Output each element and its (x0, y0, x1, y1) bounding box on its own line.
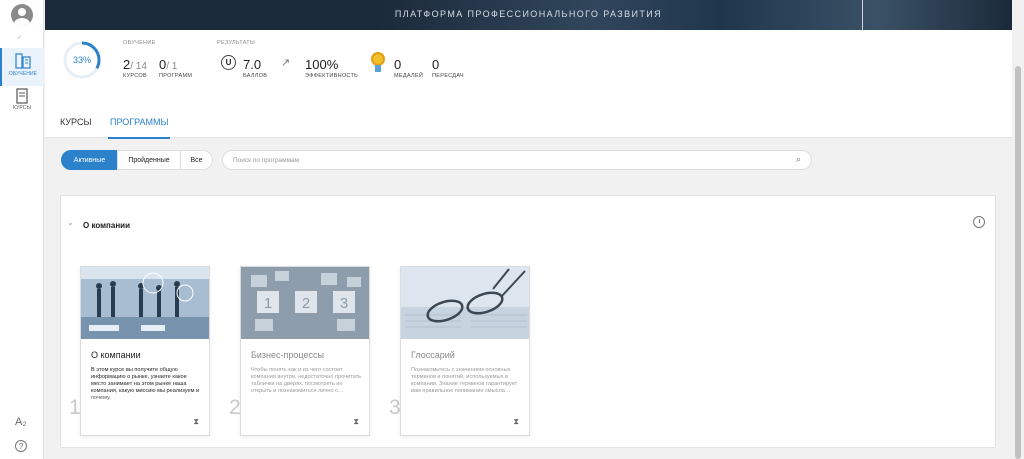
svg-text:2: 2 (302, 295, 310, 312)
card-fade (241, 393, 369, 411)
score-label: БАЛЛОВ (243, 73, 268, 79)
efficiency-icon: ↗ (281, 57, 291, 69)
retakes-label: ПЕРЕСДАЧ (432, 73, 464, 79)
search-input[interactable] (233, 154, 773, 167)
card-title: О компании (91, 350, 141, 360)
tab-bar: КУРСЫ ПРОГРАММЫ (45, 102, 1012, 139)
banner-title: ПЛАТФОРМА ПРОФЕССИОНАЛЬНОГО РАЗВИТИЯ (394, 9, 663, 19)
programs-count: 0/ 1 (159, 57, 178, 72)
progress-value: 33% (72, 55, 91, 65)
svg-text:1: 1 (264, 295, 272, 312)
card-title: Бизнес-процессы (251, 350, 324, 360)
avatar[interactable] (11, 4, 33, 26)
tab-programs[interactable]: ПРОГРАММЫ (110, 117, 169, 127)
translate-icon[interactable]: A₂ (15, 416, 27, 428)
courses-count: 2/ 14 (123, 57, 147, 72)
stats-bar: 33% ОБУЧЕНИЕ 2/ 14 КУРСОВ 0/ 1 ПРОГРАММ … (45, 30, 1012, 102)
card-number: 3 (389, 396, 401, 419)
programs-panel: ⌄ О компании 1 О компании В этом курсе в… (60, 195, 996, 448)
tab-active-indicator (108, 137, 170, 139)
hourglass-icon: ⧗ (193, 417, 199, 426)
hourglass-icon: ⧗ (353, 417, 359, 426)
courses-icon (16, 88, 28, 104)
hourglass-icon: ⧗ (513, 417, 519, 426)
card-image: 1 2 3 (241, 267, 369, 339)
efficiency-value: 100% (305, 57, 339, 72)
group-title[interactable]: О компании (83, 221, 130, 230)
course-card[interactable]: 1 2 3 Бизнес-процессы Чтобы понять как и… (240, 266, 370, 436)
sidebar-item-label: ОБУЧЕНИЕ (8, 71, 38, 77)
scrollbar-thumb[interactable] (1015, 66, 1021, 459)
scrollbar[interactable] (1012, 0, 1024, 459)
sidebar-item-courses[interactable]: КУРСЫ (0, 88, 44, 118)
medals-value: 0 (394, 57, 402, 72)
search-icon[interactable]: ⌕ (796, 154, 801, 165)
search-box: ⌕ (222, 150, 812, 170)
sidebar-item-learning[interactable]: ОБУЧЕНИЕ (0, 48, 44, 86)
filter-completed-button[interactable]: Пройденные (117, 150, 181, 170)
svg-text:3: 3 (340, 295, 348, 312)
filter-active-button[interactable]: Активные (61, 150, 118, 170)
card-image (401, 267, 529, 339)
learning-caption: ОБУЧЕНИЕ (123, 40, 156, 46)
card-number: 2 (229, 396, 241, 419)
card-fade (81, 393, 209, 411)
score-icon: U (221, 55, 236, 70)
score-value: 7.0 (243, 57, 262, 72)
retakes-value: 0 (432, 57, 440, 72)
card-title: Глоссарий (411, 350, 455, 360)
course-card[interactable]: О компании В этом курсе вы получите общу… (80, 266, 210, 436)
banner: ПЛАТФОРМА ПРОФЕССИОНАЛЬНОГО РАЗВИТИЯ (45, 0, 1012, 30)
sidebar: ⸍ ОБУЧЕНИЕ КУРСЫ A₂ ? (0, 0, 44, 459)
help-icon[interactable]: ? (15, 440, 27, 452)
clock-icon[interactable] (973, 216, 985, 228)
tab-courses[interactable]: КУРСЫ (60, 117, 91, 127)
efficiency-label: ЭФФЕКТИВНОСТЬ (305, 73, 359, 79)
learning-icon (15, 53, 31, 69)
filter-all-button[interactable]: Все (180, 150, 213, 170)
courses-label: КУРСОВ (123, 73, 147, 79)
card-fade (401, 393, 529, 411)
course-card[interactable]: Глоссарий Познакомьтесь с значением осно… (400, 266, 530, 436)
sidebar-item-label: КУРСЫ (13, 105, 31, 111)
programs-label: ПРОГРАММ (159, 73, 193, 79)
results-caption: РЕЗУЛЬТАТЫ (217, 40, 256, 46)
card-image (81, 267, 209, 339)
wifi-icon: ⸍ (17, 34, 22, 44)
chevron-down-icon[interactable]: ⌄ (67, 218, 74, 227)
medal-icon (371, 52, 385, 72)
card-number: 1 (69, 396, 81, 419)
medals-label: МЕДАЛЕЙ (394, 73, 424, 79)
